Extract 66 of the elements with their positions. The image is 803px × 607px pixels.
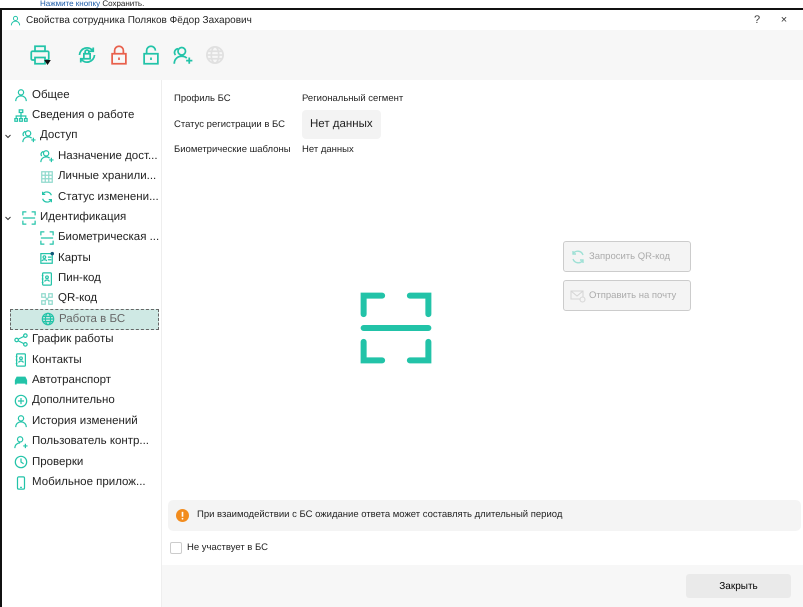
scan-frame-icon xyxy=(40,230,54,245)
clock-icon xyxy=(14,455,28,470)
sidebar-item[interactable]: Карты xyxy=(2,248,161,269)
globe-icon xyxy=(41,312,55,326)
sidebar-item[interactable]: Автотранспорт xyxy=(2,370,161,391)
unlocked-icon xyxy=(141,45,161,65)
caret-icon xyxy=(44,60,51,65)
qr-code-icon xyxy=(40,292,54,306)
sidebar-item[interactable]: Сведения о работе xyxy=(2,105,161,126)
refresh-icon xyxy=(570,248,586,265)
printer-icon xyxy=(30,45,50,65)
person-icon xyxy=(14,414,28,428)
sidebar-item[interactable]: Мобильное прилож... xyxy=(2,472,161,493)
sidebar-item[interactable]: Пользователь контр... xyxy=(2,432,161,452)
field-value: Региональный сегмент xyxy=(302,92,404,106)
sidebar-item[interactable]: Дополнительно xyxy=(2,390,161,412)
warning-icon xyxy=(176,508,189,522)
user-plus-icon xyxy=(173,45,193,65)
refresh-icon xyxy=(40,190,54,204)
field-value: Нет данных xyxy=(302,143,354,158)
checkbox[interactable] xyxy=(170,542,182,554)
notice-text: При взаимодействии с БС ожидание ответа может составлять длительный период xyxy=(197,508,562,522)
field-label: Биометрические шаблоны xyxy=(174,143,292,158)
contact-card-icon xyxy=(40,272,54,286)
sidebar-item[interactable]: QR-код xyxy=(2,288,161,310)
close-dialog-button[interactable]: Закрыть xyxy=(686,574,791,598)
grid-icon xyxy=(40,170,54,184)
sidebar-item[interactable]: Доступ xyxy=(2,126,161,146)
close-button[interactable]: × xyxy=(773,12,795,28)
sidebar-item[interactable]: Проверки xyxy=(2,452,161,472)
lock-refresh-icon xyxy=(77,45,97,65)
sidebar-item[interactable]: Статус изменени... xyxy=(2,186,161,208)
sidebar-item[interactable]: Назначение дост... xyxy=(2,146,161,167)
share-icon xyxy=(14,332,28,347)
plus-circle-icon xyxy=(14,394,28,408)
sidebar-item[interactable]: Идентификация xyxy=(2,207,161,228)
field-label: Статус регистрации в БС xyxy=(174,118,286,132)
sidebar-item[interactable]: Работа в БС xyxy=(10,309,159,330)
checkbox-label: Не участвует в БС xyxy=(187,540,268,555)
link[interactable]: Нажмите кнопку xyxy=(40,0,100,8)
scan-frame-icon xyxy=(22,210,36,225)
id-card-icon xyxy=(40,251,54,266)
sidebar-item[interactable]: Контакты xyxy=(2,350,161,370)
sidebar-item[interactable]: График работы xyxy=(2,330,161,350)
scan-frame-icon xyxy=(359,291,433,366)
contact-card-icon xyxy=(14,353,28,368)
person-icon xyxy=(14,88,28,102)
user-plus-icon xyxy=(22,128,36,143)
help-button[interactable]: ? xyxy=(746,12,768,28)
user-plus-icon xyxy=(40,149,54,164)
user-plus-icon xyxy=(14,434,28,449)
envelope-icon xyxy=(570,288,586,304)
sidebar-item[interactable]: Пин-код xyxy=(2,268,161,289)
field-label: Профиль БС xyxy=(174,92,232,106)
sidebar-item[interactable]: История изменений xyxy=(2,411,161,432)
phone-icon xyxy=(14,476,28,490)
org-chart-icon xyxy=(14,108,28,123)
window-title: Свойства сотрудника Поляков Фёдор Захарович xyxy=(26,14,253,28)
caption-text: Сохранить. xyxy=(101,0,144,8)
sidebar-item[interactable]: Личные хранили... xyxy=(2,166,161,187)
sidebar-item[interactable]: Биометрическая ... xyxy=(2,228,161,248)
person-icon xyxy=(10,14,21,26)
sidebar-item[interactable]: Общее xyxy=(2,85,161,106)
toolbar-button[interactable] xyxy=(30,45,51,65)
lock-icon xyxy=(109,45,129,65)
status-value: Нет данных xyxy=(302,110,381,140)
